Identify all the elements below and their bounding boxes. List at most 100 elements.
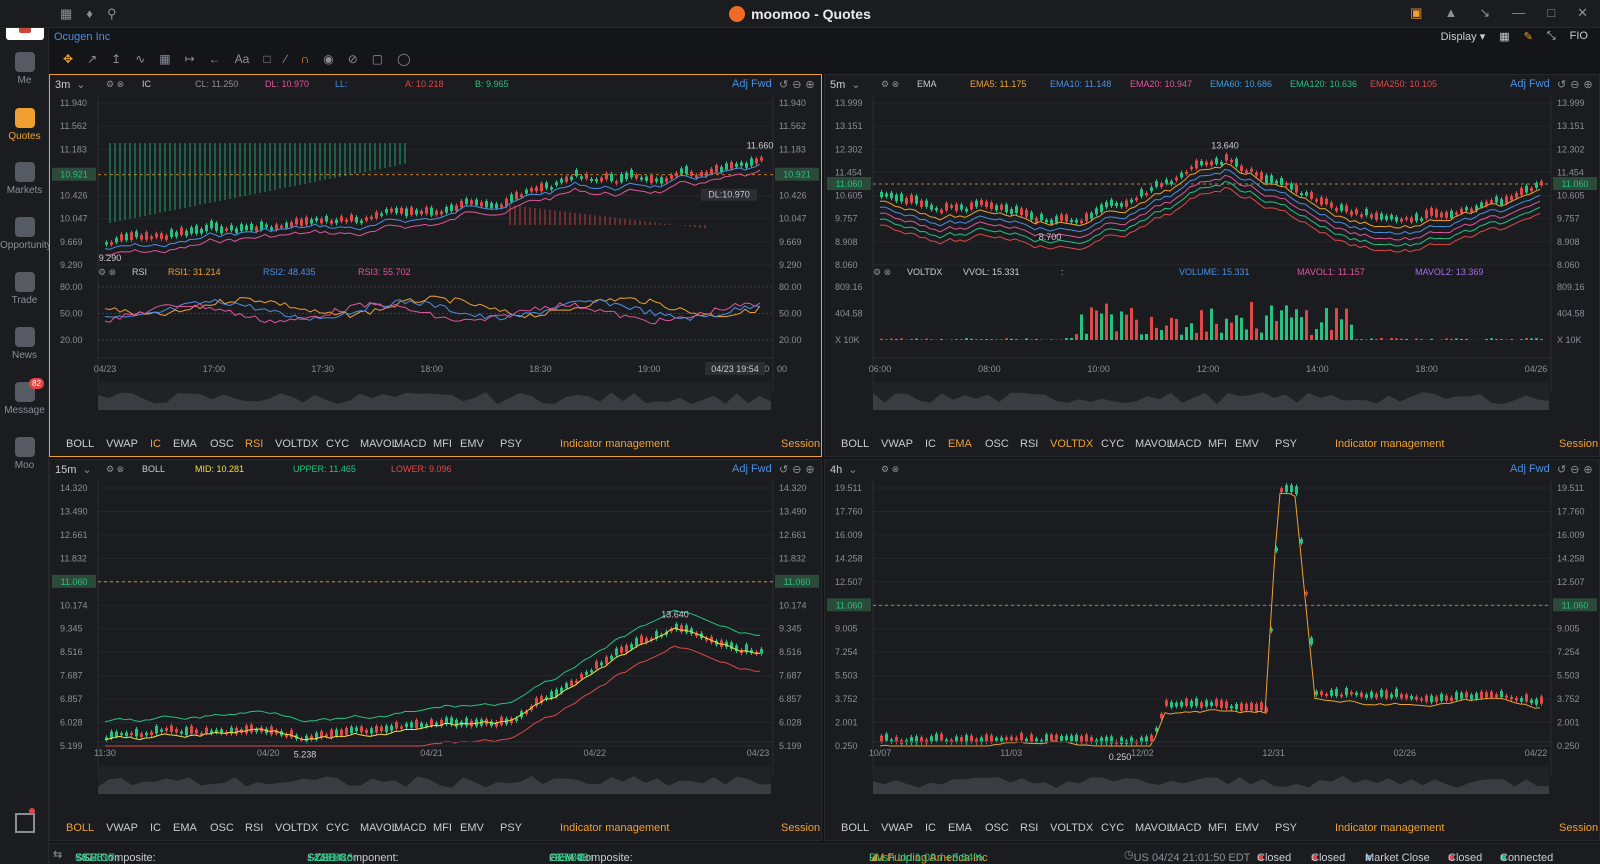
adj-fwd-toggle[interactable]: Adj Fwd xyxy=(1510,463,1550,475)
indicator-tab-ic[interactable]: IC xyxy=(925,822,936,834)
shirt-icon[interactable]: ▲ xyxy=(1444,5,1457,21)
range-tool-icon[interactable]: ↦ xyxy=(185,52,195,66)
indicator-tab-mavol[interactable]: MAVOL xyxy=(1135,822,1173,834)
chart-panel-3m[interactable]: 3m ⚙ ⊗ IC CL: 11.250 DL: 10.970 LL: A: 10.218 B… xyxy=(49,74,822,457)
apps-grid-icon[interactable] xyxy=(15,808,35,833)
indicator-tab-mfi[interactable]: MFI xyxy=(1208,822,1227,834)
indicator-tab-osc[interactable]: OSC xyxy=(985,822,1009,834)
indicator-tab-cyc[interactable]: CYC xyxy=(326,822,349,834)
timeframe-selector[interactable]: 5m xyxy=(830,78,861,91)
indicator-tab-boll[interactable]: BOLL xyxy=(66,438,94,450)
box-tool-icon[interactable]: ▦ xyxy=(159,52,170,66)
indicator-tab-cyc[interactable]: CYC xyxy=(1101,822,1124,834)
chart-canvas[interactable]: 19.511 19.511 17.760 17.760 16.009 16.009 14.2… xyxy=(825,480,1600,816)
indicator-tab-mfi[interactable]: MFI xyxy=(1208,438,1227,450)
line-tool-icon[interactable]: ↗ xyxy=(87,52,97,66)
indicator-tab-ema[interactable]: EMA xyxy=(173,438,197,450)
indicator-tab-mfi[interactable]: MFI xyxy=(433,438,452,450)
indicator-tab-ic[interactable]: IC xyxy=(150,822,161,834)
sidebar-item-opportunity[interactable]: Opportunity xyxy=(0,217,52,251)
close-icon[interactable]: ✕ xyxy=(1577,5,1588,21)
sub-indicator-name[interactable]: VOLTDX xyxy=(907,267,942,277)
timeframe-selector[interactable]: 4h xyxy=(830,463,857,476)
sidebar-item-moo[interactable]: Moo xyxy=(0,437,49,471)
indicator-management-link[interactable]: Indicator management xyxy=(1335,822,1444,834)
note-tool-icon[interactable]: □ xyxy=(263,52,270,66)
sub-settings-icon[interactable]: ⚙ ⊗ xyxy=(98,267,116,278)
wave-tool-icon[interactable]: ∿ xyxy=(135,52,145,66)
arrow-tool-icon[interactable]: ← xyxy=(209,52,221,66)
pen-icon[interactable]: ✎ xyxy=(1524,30,1533,43)
sidebar-item-message[interactable]: Message 82 xyxy=(0,378,49,416)
chart-panel-15m[interactable]: 15m ⚙ ⊗ BOLL MID: 10.281 UPPER: 11.465 LOWER:… xyxy=(49,459,822,841)
lock-tool-icon[interactable]: ⊘ xyxy=(348,52,358,66)
indicator-tab-vwap[interactable]: VWAP xyxy=(106,822,138,834)
indicator-tab-mavol[interactable]: MAVOL xyxy=(1135,438,1173,450)
indicator-tab-osc[interactable]: OSC xyxy=(210,822,234,834)
indicator-tab-cyc[interactable]: CYC xyxy=(326,438,349,450)
adj-fwd-toggle[interactable]: Adj Fwd xyxy=(732,463,772,475)
indicator-management-link[interactable]: Indicator management xyxy=(1335,438,1444,450)
indicator-tab-emv[interactable]: EMV xyxy=(1235,438,1259,450)
indicator-tab-rsi[interactable]: RSI xyxy=(245,438,263,450)
indicator-tab-macd[interactable]: MACD xyxy=(1169,822,1201,834)
display-dropdown[interactable]: Display ▾ xyxy=(1441,30,1486,43)
sidebar-item-quotes[interactable]: Quotes xyxy=(0,108,49,142)
stock-name[interactable]: Ocugen Inc xyxy=(54,31,110,43)
indicator-settings-icon[interactable]: ⚙ ⊗ xyxy=(881,464,899,475)
session-link[interactable]: Session xyxy=(781,822,820,834)
indicator-tab-psy[interactable]: PSY xyxy=(500,438,522,450)
chart-canvas[interactable]: 14.320 14.320 13.490 13.490 12.661 12.661 11.8… xyxy=(50,480,822,816)
indicator-tab-mfi[interactable]: MFI xyxy=(433,822,452,834)
session-link[interactable]: Session xyxy=(1559,438,1598,450)
indicator-tab-osc[interactable]: OSC xyxy=(985,438,1009,450)
shrink-icon[interactable]: ↘ xyxy=(1479,5,1490,21)
panel-controls-icon[interactable]: ↺⊖⊕ xyxy=(779,463,819,476)
indicator-tab-emv[interactable]: EMV xyxy=(460,438,484,450)
restore-icon[interactable]: □ xyxy=(1547,5,1555,21)
indicator-tab-ema[interactable]: EMA xyxy=(173,822,197,834)
fit-button[interactable]: FIO xyxy=(1570,30,1588,43)
indicator-tab-ic[interactable]: IC xyxy=(925,438,936,450)
main-indicator-name[interactable]: EMA xyxy=(917,79,937,89)
indicator-tab-boll[interactable]: BOLL xyxy=(66,822,94,834)
indicator-settings-icon[interactable]: ⚙ ⊗ xyxy=(881,79,899,90)
text-tool-icon[interactable]: Aa xyxy=(235,52,250,66)
indicator-tab-cyc[interactable]: CYC xyxy=(1101,438,1124,450)
indicator-tab-mavol[interactable]: MAVOL xyxy=(360,822,398,834)
indicator-tab-psy[interactable]: PSY xyxy=(1275,822,1297,834)
indicator-tab-boll[interactable]: BOLL xyxy=(841,438,869,450)
adj-fwd-toggle[interactable]: Adj Fwd xyxy=(1510,78,1550,90)
indicator-tab-vwap[interactable]: VWAP xyxy=(881,438,913,450)
indicator-tab-ic[interactable]: IC xyxy=(150,438,161,450)
indicator-settings-icon[interactable]: ⚙ ⊗ xyxy=(106,464,124,475)
hide-tool-icon[interactable]: ◉ xyxy=(323,52,333,66)
indicator-tab-macd[interactable]: MACD xyxy=(1169,438,1201,450)
sidebar-item-trade[interactable]: Trade xyxy=(0,272,49,306)
sidebar-item-markets[interactable]: Markets xyxy=(0,162,49,196)
indicator-tab-rsi[interactable]: RSI xyxy=(245,822,263,834)
layout-icon[interactable]: ▦ xyxy=(1499,30,1509,43)
indicator-tab-voltdx[interactable]: VOLTDX xyxy=(1050,822,1093,834)
indicator-tab-ema[interactable]: EMA xyxy=(948,822,972,834)
panel-controls-icon[interactable]: ↺⊖⊕ xyxy=(779,78,819,91)
sidebar-item-me[interactable]: Me xyxy=(0,52,49,86)
chart-panel-5m[interactable]: 5m ⚙ ⊗ EMA EMA5: 11.175 EMA10: 11.148 EMA20: … xyxy=(824,74,1600,457)
indicator-tab-mavol[interactable]: MAVOL xyxy=(360,438,398,450)
session-link[interactable]: Session xyxy=(781,438,820,450)
indicator-tab-boll[interactable]: BOLL xyxy=(841,822,869,834)
session-link[interactable]: Session xyxy=(1559,822,1598,834)
indicator-tab-voltdx[interactable]: VOLTDX xyxy=(275,822,318,834)
indicator-tab-emv[interactable]: EMV xyxy=(1235,822,1259,834)
indicator-tab-psy[interactable]: PSY xyxy=(500,822,522,834)
magnet-tool-icon[interactable]: ∩ xyxy=(301,52,310,66)
indicator-tab-osc[interactable]: OSC xyxy=(210,438,234,450)
panel-controls-icon[interactable]: ↺⊖⊕ xyxy=(1557,78,1597,91)
eye-tool-icon[interactable]: ◯ xyxy=(397,52,410,66)
indicator-tab-emv[interactable]: EMV xyxy=(460,822,484,834)
main-indicator-name[interactable]: BOLL xyxy=(142,464,165,474)
indicator-tab-macd[interactable]: MACD xyxy=(394,822,426,834)
minimize-icon[interactable]: — xyxy=(1512,5,1525,21)
indicator-management-link[interactable]: Indicator management xyxy=(560,822,669,834)
sub-indicator-name[interactable]: RSI xyxy=(132,267,147,277)
